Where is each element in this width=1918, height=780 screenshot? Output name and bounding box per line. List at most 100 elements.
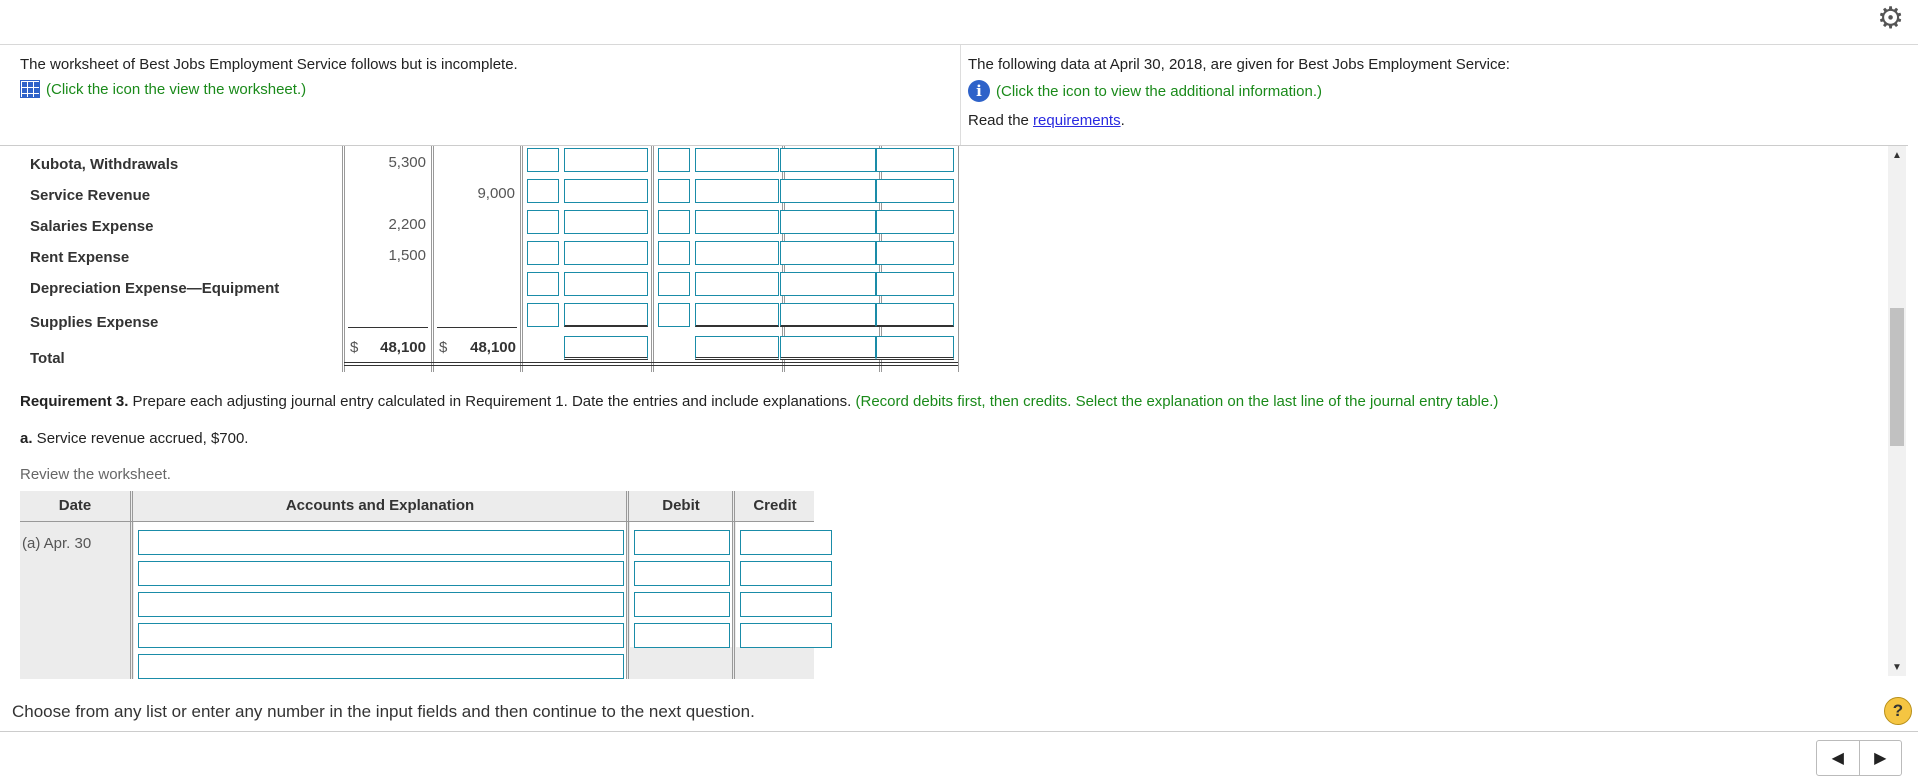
col-divider [626, 491, 629, 679]
ws-total-label: Total [30, 350, 65, 367]
adjusted-debit-input[interactable] [780, 241, 876, 265]
ws-credit-value: 9,000 [477, 185, 515, 202]
explanation-select[interactable] [138, 654, 624, 679]
debit-input[interactable] [634, 530, 730, 555]
adj-ref-input[interactable] [527, 241, 559, 265]
adj-credit-input[interactable] [695, 148, 779, 172]
account-select[interactable] [138, 592, 624, 617]
adjusted-debit-input[interactable] [780, 303, 876, 327]
credit-header: Credit [753, 497, 797, 514]
ws-debit-value: 5,300 [388, 154, 426, 171]
credit-input[interactable] [740, 561, 832, 586]
worksheet-grid-icon[interactable] [20, 80, 40, 98]
adjusted-credit-input[interactable] [876, 179, 954, 203]
accounts-header: Accounts and Explanation [285, 497, 475, 514]
view-worksheet-link[interactable]: (Click the icon the view the worksheet.) [46, 81, 306, 98]
review-text: Review the worksheet. [20, 466, 171, 483]
debit-input[interactable] [634, 561, 730, 586]
adj-total-credit-input[interactable] [695, 336, 779, 360]
adj-ref-input[interactable] [527, 303, 559, 327]
part-a-text: Service revenue accrued, $700. [32, 430, 249, 447]
adj-ref-input[interactable] [527, 210, 559, 234]
adjusted-credit-input[interactable] [876, 272, 954, 296]
adj-debit-input[interactable] [564, 303, 648, 327]
debit-input[interactable] [634, 623, 730, 648]
adjusted-debit-input[interactable] [780, 148, 876, 172]
adjusted-total-debit-input[interactable] [780, 336, 876, 360]
help-icon[interactable]: ? [1884, 697, 1912, 725]
triangle-right-icon: ▶ [1874, 750, 1887, 767]
ws-col-line [342, 146, 343, 372]
read-prefix: Read the [968, 112, 1034, 129]
adjusted-credit-input[interactable] [876, 210, 954, 234]
adjusted-credit-input[interactable] [876, 241, 954, 265]
adj-ref-input[interactable] [658, 303, 690, 327]
adj-ref-input[interactable] [658, 210, 690, 234]
view-info-link[interactable]: (Click the icon to view the additional i… [996, 83, 1322, 100]
requirement-3-hint: (Record debits first, then credits. Sele… [855, 393, 1499, 410]
worksheet-table: Kubota, Withdrawals Service Revenue Sala… [20, 146, 960, 372]
adjusted-debit-input[interactable] [780, 210, 876, 234]
adjusted-credit-input[interactable] [876, 303, 954, 327]
adj-debit-input[interactable] [564, 272, 648, 296]
part-a-label: a. [20, 430, 33, 447]
adj-debit-input[interactable] [564, 210, 648, 234]
credit-input[interactable] [740, 623, 832, 648]
previous-question-button[interactable]: ◀ [1817, 741, 1859, 775]
additional-info-text: The following data at April 30, 2018, ar… [968, 56, 1510, 73]
adj-debit-input[interactable] [564, 241, 648, 265]
date-header: Date [58, 497, 92, 514]
ws-bottom-rule [344, 362, 958, 363]
adj-ref-input[interactable] [658, 241, 690, 265]
question-nav: ◀ ▶ [1816, 740, 1902, 776]
adj-credit-input[interactable] [695, 272, 779, 296]
adjusted-debit-input[interactable] [780, 179, 876, 203]
adj-ref-input[interactable] [658, 148, 690, 172]
read-suffix: . [1120, 112, 1125, 129]
requirements-link[interactable]: requirements [1033, 112, 1121, 129]
adj-credit-input[interactable] [695, 303, 779, 327]
scrollbar-thumb[interactable] [1890, 308, 1904, 446]
adj-debit-input[interactable] [564, 179, 648, 203]
adj-credit-input[interactable] [695, 210, 779, 234]
ws-row-label: Rent Expense [30, 249, 130, 266]
adj-credit-input[interactable] [695, 241, 779, 265]
adj-ref-input[interactable] [658, 272, 690, 296]
credit-input[interactable] [740, 592, 832, 617]
scroll-down-icon[interactable]: ▼ [1892, 662, 1902, 673]
requirement-3: Requirement 3. Prepare each adjusting jo… [20, 393, 1880, 410]
account-select[interactable] [138, 530, 624, 555]
adjusted-total-credit-input[interactable] [876, 336, 954, 360]
info-icon[interactable]: i [968, 80, 990, 102]
ws-sum-rule [437, 327, 517, 328]
ws-bottom-rule [344, 365, 958, 366]
ws-col-line [520, 146, 521, 372]
ws-total-debit-symbol: $ [350, 339, 359, 356]
debit-input[interactable] [634, 592, 730, 617]
ws-col-line [431, 146, 432, 372]
adj-debit-input[interactable] [564, 148, 648, 172]
scroll-up-icon[interactable]: ▲ [1892, 150, 1902, 161]
adj-total-debit-input[interactable] [564, 336, 648, 360]
adjusted-credit-input[interactable] [876, 148, 954, 172]
account-select[interactable] [138, 561, 624, 586]
ws-row-label: Kubota, Withdrawals [30, 156, 179, 173]
ws-debit-value: 1,500 [388, 247, 426, 264]
adjusted-debit-input[interactable] [780, 272, 876, 296]
next-question-button[interactable]: ▶ [1858, 741, 1902, 775]
adj-ref-input[interactable] [527, 272, 559, 296]
ws-col-line [433, 146, 434, 372]
adj-ref-input[interactable] [527, 179, 559, 203]
triangle-left-icon: ◀ [1831, 750, 1844, 767]
requirement-3-text: Prepare each adjusting journal entry cal… [128, 393, 856, 410]
ws-row-label: Supplies Expense [30, 314, 159, 331]
gear-icon[interactable]: ⚙ [1877, 4, 1904, 34]
ws-col-line [651, 146, 652, 372]
adj-ref-input[interactable] [658, 179, 690, 203]
col-divider [732, 491, 735, 679]
adj-credit-input[interactable] [695, 179, 779, 203]
entry-date: (a) Apr. 30 [22, 535, 92, 552]
credit-input[interactable] [740, 530, 832, 555]
account-select[interactable] [138, 623, 624, 648]
adj-ref-input[interactable] [527, 148, 559, 172]
